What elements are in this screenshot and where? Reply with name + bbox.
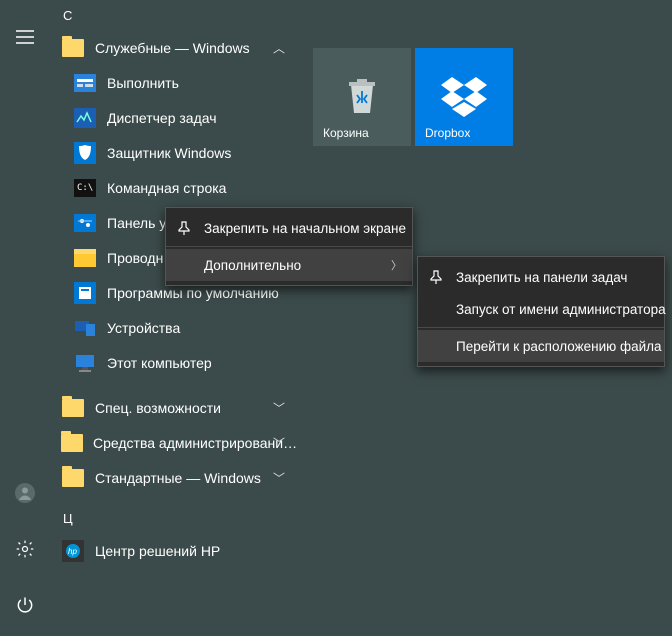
folder-icon: [61, 466, 85, 490]
ctx-pin-start[interactable]: Закрепить на начальном экране: [166, 212, 412, 244]
svg-text:hp: hp: [68, 547, 77, 556]
app-label: Панель у: [107, 215, 166, 231]
chevron-down-icon: ﹀: [273, 434, 285, 451]
tile-label: Dropbox: [425, 126, 470, 140]
pin-icon: [428, 269, 444, 285]
ctx-more[interactable]: Дополнительно 〉: [166, 249, 412, 281]
ctx-open-location[interactable]: Перейти к расположению файла: [418, 330, 664, 362]
group-header-c[interactable]: С: [55, 0, 295, 30]
explorer-icon: [73, 246, 97, 270]
folder-icon: [61, 396, 85, 420]
app-run[interactable]: Выполнить: [55, 65, 295, 100]
separator: [166, 246, 412, 247]
tile-area: Корзина Dropbox: [313, 48, 513, 146]
folder-accessories[interactable]: Стандартные — Windows ﹀: [55, 460, 295, 495]
ctx-label: Перейти к расположению файла: [456, 339, 662, 354]
app-defender[interactable]: Защитник Windows: [55, 135, 295, 170]
defender-icon: [73, 141, 97, 165]
app-cmd[interactable]: C:\ Командная строка: [55, 170, 295, 205]
app-this-pc[interactable]: Этот компьютер: [55, 345, 295, 380]
svg-text:C:\: C:\: [77, 183, 93, 193]
chevron-up-icon: ︿: [273, 39, 285, 56]
chevron-down-icon: ﹀: [273, 469, 285, 486]
chevron-down-icon: ﹀: [273, 399, 285, 416]
this-pc-icon: [73, 351, 97, 375]
app-label: Проводн: [107, 250, 163, 266]
ctx-run-admin[interactable]: Запуск от имени администратора: [418, 293, 664, 325]
app-label: Средства администрировани…: [93, 435, 297, 451]
chevron-right-icon: 〉: [391, 257, 402, 273]
app-label: Защитник Windows: [107, 145, 231, 161]
app-label: Стандартные — Windows: [95, 470, 261, 486]
app-label: Этот компьютер: [107, 355, 212, 371]
hamburger-button[interactable]: [6, 18, 44, 56]
app-label: Спец. возможности: [95, 400, 221, 416]
default-programs-icon: [73, 281, 97, 305]
app-label: Командная строка: [107, 180, 226, 196]
recycle-bin-icon: [345, 77, 379, 117]
group-header-ts[interactable]: Ц: [55, 503, 295, 533]
run-icon: [73, 71, 97, 95]
tile-recycle-bin[interactable]: Корзина: [313, 48, 411, 146]
ctx-label: Закрепить на панели задач: [456, 270, 627, 285]
app-devices[interactable]: Устройства: [55, 310, 295, 345]
app-label: Устройства: [107, 320, 180, 336]
cmd-icon: C:\: [73, 176, 97, 200]
separator: [418, 327, 664, 328]
tile-label: Корзина: [323, 126, 369, 140]
context-menu-submenu: Закрепить на панели задач Запуск от имен…: [417, 256, 665, 367]
tile-dropbox[interactable]: Dropbox: [415, 48, 513, 146]
app-label: Выполнить: [107, 75, 179, 91]
app-label: Диспетчер задач: [107, 110, 217, 126]
settings-button[interactable]: [6, 530, 44, 568]
user-button[interactable]: [6, 474, 44, 512]
task-manager-icon: [73, 106, 97, 130]
folder-icon: [61, 431, 83, 455]
devices-icon: [73, 316, 97, 340]
control-panel-icon: [73, 211, 97, 235]
dropbox-icon: [439, 75, 489, 119]
folder-icon: [61, 36, 85, 60]
left-rail: [0, 0, 50, 636]
app-label: Центр решений HP: [95, 543, 220, 559]
app-hp-center[interactable]: hp Центр решений HP: [55, 533, 295, 568]
folder-system-tools[interactable]: Служебные — Windows ︿: [55, 30, 295, 65]
app-label: Служебные — Windows: [95, 40, 250, 56]
pin-icon: [176, 220, 192, 236]
app-task-manager[interactable]: Диспетчер задач: [55, 100, 295, 135]
ctx-pin-taskbar[interactable]: Закрепить на панели задач: [418, 261, 664, 293]
context-menu-primary: Закрепить на начальном экране Дополнител…: [165, 207, 413, 286]
ctx-label: Запуск от имени администратора: [456, 302, 666, 317]
app-label: Программы по умолчанию: [107, 285, 279, 301]
power-button[interactable]: [6, 586, 44, 624]
ctx-label: Закрепить на начальном экране: [204, 221, 406, 236]
hp-icon: hp: [61, 539, 85, 563]
ctx-label: Дополнительно: [204, 258, 301, 273]
folder-admin-tools[interactable]: Средства администрировани… ﹀: [55, 425, 295, 460]
folder-ease-of-access[interactable]: Спец. возможности ﹀: [55, 390, 295, 425]
